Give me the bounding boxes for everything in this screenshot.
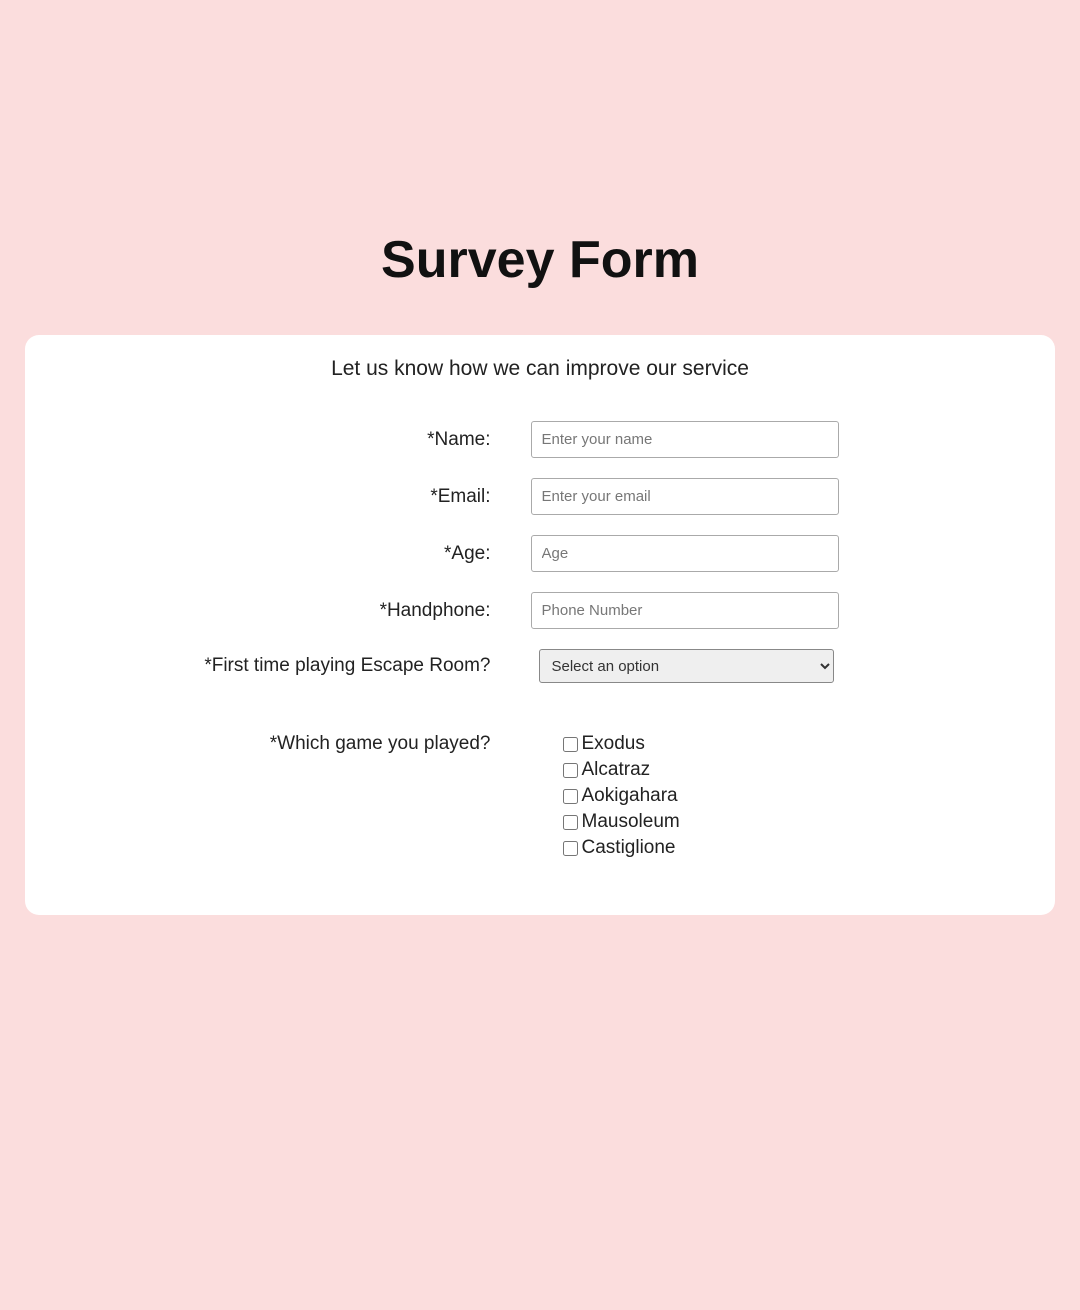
game-checkbox-group: Exodus Alcatraz Aokigahara Mausoleum Cas… bbox=[531, 733, 1016, 863]
checkbox-aokigahara[interactable] bbox=[563, 789, 578, 804]
row-email: *Email: bbox=[65, 478, 1015, 515]
wrap-first-time: Select an option bbox=[531, 649, 1016, 683]
row-handphone: *Handphone: bbox=[65, 592, 1015, 629]
wrap-name bbox=[531, 421, 1016, 458]
handphone-input[interactable] bbox=[531, 592, 839, 629]
label-handphone: *Handphone: bbox=[65, 600, 531, 622]
row-name: *Name: bbox=[65, 421, 1015, 458]
checkbox-label-mausoleum: Mausoleum bbox=[582, 811, 680, 833]
wrap-age bbox=[531, 535, 1016, 572]
label-age: *Age: bbox=[65, 543, 531, 565]
checkbox-label-alcatraz: Alcatraz bbox=[582, 759, 651, 781]
checkbox-exodus[interactable] bbox=[563, 737, 578, 752]
row-which-game: *Which game you played? Exodus Alcatraz … bbox=[65, 733, 1015, 863]
label-name: *Name: bbox=[65, 429, 531, 451]
age-input[interactable] bbox=[531, 535, 839, 572]
checkbox-castiglione[interactable] bbox=[563, 841, 578, 856]
label-email: *Email: bbox=[65, 486, 531, 508]
name-input[interactable] bbox=[531, 421, 839, 458]
email-input[interactable] bbox=[531, 478, 839, 515]
page-container: Survey Form Let us know how we can impro… bbox=[0, 230, 1080, 915]
wrap-handphone bbox=[531, 592, 1016, 629]
form-card: Let us know how we can improve our servi… bbox=[25, 335, 1055, 915]
checkbox-alcatraz[interactable] bbox=[563, 763, 578, 778]
first-time-select[interactable]: Select an option bbox=[539, 649, 834, 683]
checkbox-label-aokigahara: Aokigahara bbox=[582, 785, 678, 807]
row-first-time: *First time playing Escape Room? Select … bbox=[65, 649, 1015, 683]
checkbox-item-aokigahara[interactable]: Aokigahara bbox=[563, 785, 1016, 807]
page-title: Survey Form bbox=[25, 230, 1055, 290]
checkbox-item-mausoleum[interactable]: Mausoleum bbox=[563, 811, 1016, 833]
checkbox-item-exodus[interactable]: Exodus bbox=[563, 733, 1016, 755]
label-which-game: *Which game you played? bbox=[65, 733, 531, 755]
checkbox-mausoleum[interactable] bbox=[563, 815, 578, 830]
checkbox-item-alcatraz[interactable]: Alcatraz bbox=[563, 759, 1016, 781]
checkbox-label-exodus: Exodus bbox=[582, 733, 645, 755]
form-description: Let us know how we can improve our servi… bbox=[65, 357, 1015, 381]
checkbox-item-castiglione[interactable]: Castiglione bbox=[563, 837, 1016, 859]
label-first-time: *First time playing Escape Room? bbox=[65, 655, 531, 677]
row-age: *Age: bbox=[65, 535, 1015, 572]
checkbox-label-castiglione: Castiglione bbox=[582, 837, 676, 859]
wrap-email bbox=[531, 478, 1016, 515]
